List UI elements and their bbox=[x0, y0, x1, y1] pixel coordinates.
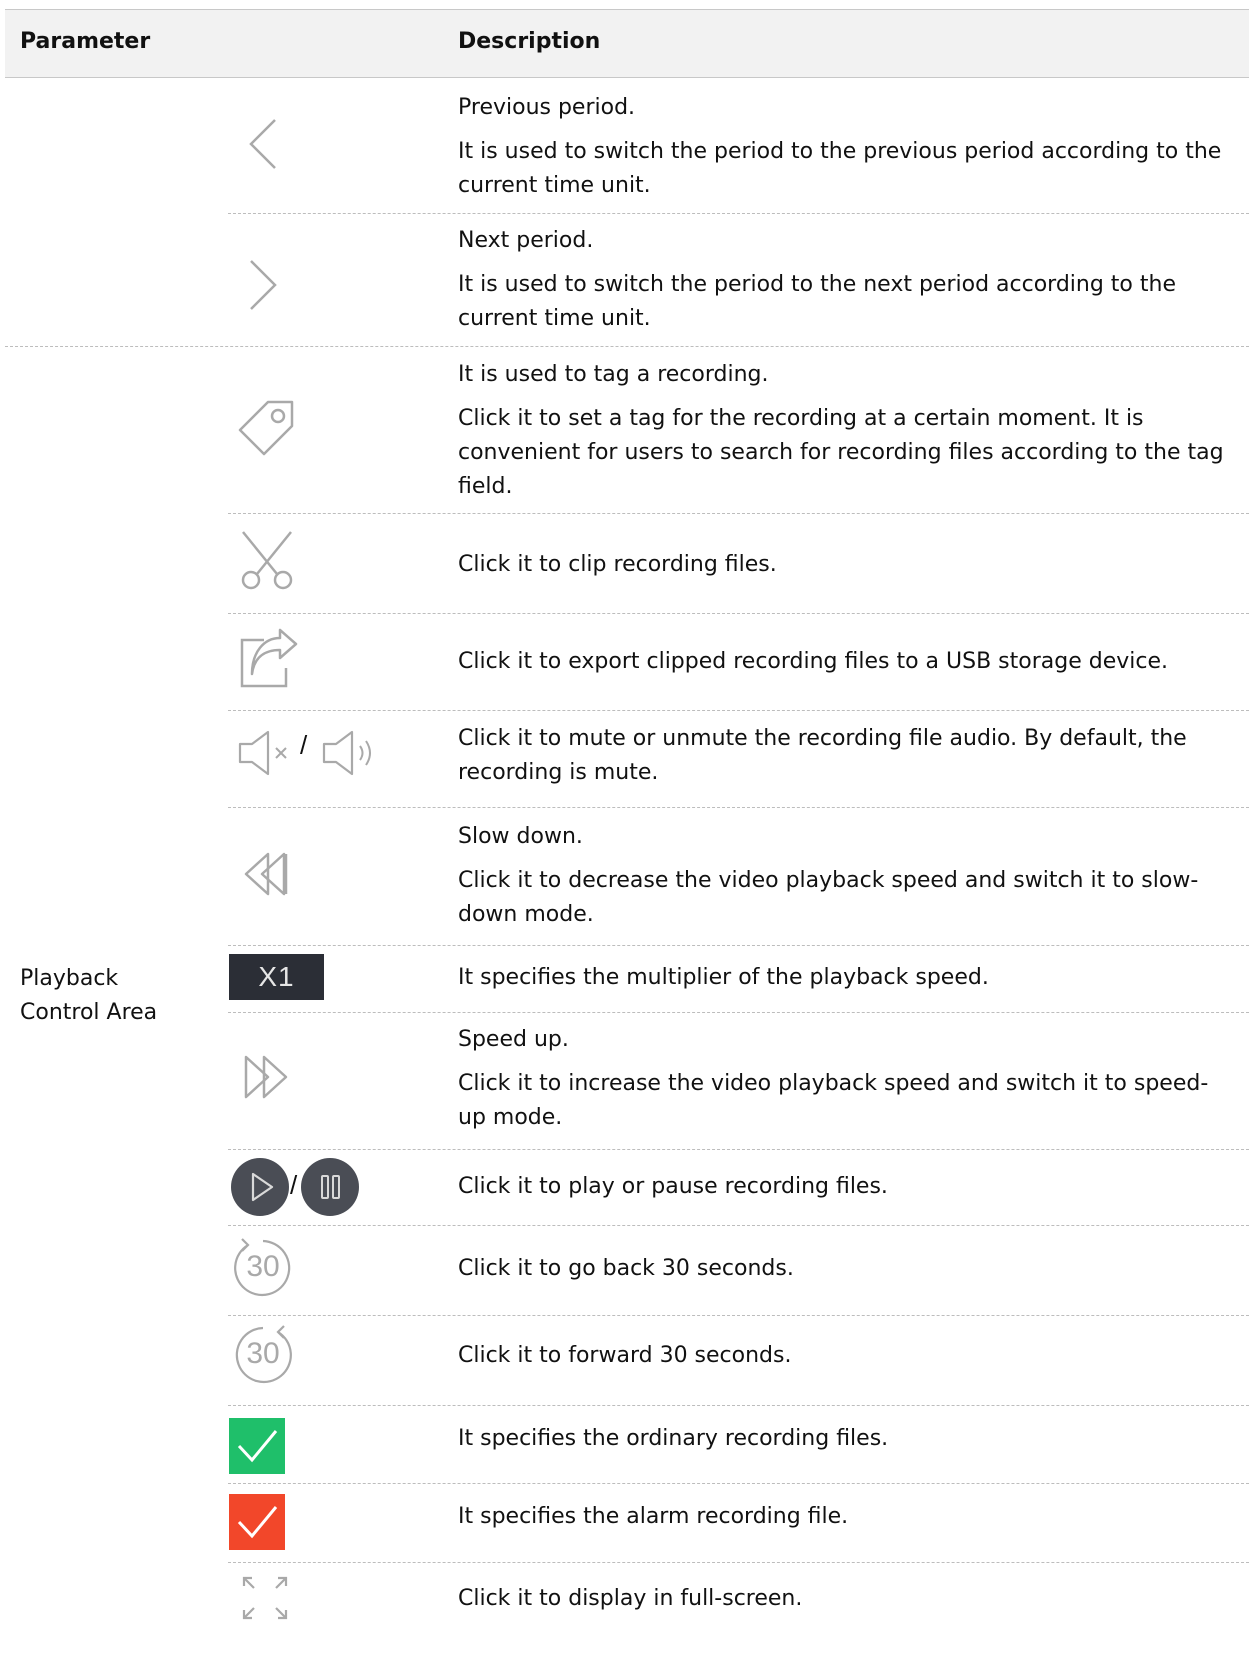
unmute-icon bbox=[322, 730, 380, 776]
alarm-recording-check-icon bbox=[229, 1494, 285, 1550]
description-alarm-recording: It specifies the alarm recording file. bbox=[458, 1500, 1228, 1534]
play-icon bbox=[230, 1157, 290, 1217]
fullscreen-icon bbox=[240, 1574, 290, 1622]
row-divider bbox=[228, 1562, 1249, 1563]
row-divider bbox=[228, 945, 1249, 946]
description-line: Speed up. bbox=[458, 1027, 569, 1052]
description-clip: Click it to clip recording files. bbox=[458, 548, 1228, 582]
row-divider bbox=[228, 1012, 1249, 1013]
forward-30-icon: 30 bbox=[232, 1324, 294, 1386]
back-30-label: 30 bbox=[246, 1250, 280, 1283]
description-mute-unmute: Click it to mute or unmute the recording… bbox=[458, 722, 1228, 790]
description-line: It specifies the multiplier of the playb… bbox=[458, 965, 989, 990]
description-line: Slow down. bbox=[458, 824, 583, 849]
chevron-right-icon bbox=[245, 257, 281, 313]
table-header bbox=[5, 10, 1249, 77]
description-previous-period: Previous period. It is used to switch th… bbox=[458, 91, 1228, 203]
back-30-icon: 30 bbox=[232, 1237, 294, 1299]
parameter-table: Parameter Description Playback Control A… bbox=[0, 0, 1255, 1653]
description-line: Click it to go back 30 seconds. bbox=[458, 1256, 794, 1281]
speed-multiplier-badge: X1 bbox=[229, 954, 324, 1000]
section-divider bbox=[5, 346, 1249, 347]
description-back-30: Click it to go back 30 seconds. bbox=[458, 1252, 1228, 1286]
chevron-left-icon bbox=[245, 116, 281, 172]
icon-separator: / bbox=[290, 1170, 298, 1200]
row-divider bbox=[228, 1149, 1249, 1150]
row-divider bbox=[228, 807, 1249, 808]
description-multiplier: It specifies the multiplier of the playb… bbox=[458, 961, 1228, 995]
header-bottom-rule bbox=[5, 77, 1249, 78]
row-divider bbox=[228, 1405, 1249, 1406]
rewind-icon bbox=[240, 850, 294, 898]
description-play-pause: Click it to play or pause recording file… bbox=[458, 1170, 1228, 1204]
description-fullscreen: Click it to display in full-screen. bbox=[458, 1582, 1228, 1616]
row-divider bbox=[228, 1225, 1249, 1226]
description-line: Click it to export clipped recording fil… bbox=[458, 649, 1169, 674]
description-line: It is used to tag a recording. bbox=[458, 362, 769, 387]
row-divider bbox=[228, 613, 1249, 614]
forward-30-label: 30 bbox=[246, 1337, 280, 1370]
scissors-icon bbox=[237, 528, 297, 590]
description-line: Click it to set a tag for the recording … bbox=[458, 406, 1224, 499]
group-label-line-1: Playback bbox=[20, 966, 119, 991]
row-divider bbox=[228, 213, 1249, 214]
icon-separator: / bbox=[300, 730, 308, 760]
row-divider bbox=[228, 710, 1249, 711]
description-forward-30: Click it to forward 30 seconds. bbox=[458, 1339, 1228, 1373]
tag-icon bbox=[236, 398, 296, 458]
header-description: Description bbox=[458, 29, 601, 54]
description-line: Click it to increase the video playback … bbox=[458, 1071, 1209, 1130]
description-line: Click it to forward 30 seconds. bbox=[458, 1343, 792, 1368]
description-line: Click it to play or pause recording file… bbox=[458, 1174, 888, 1199]
header-parameter: Parameter bbox=[20, 29, 151, 54]
mute-icon bbox=[238, 730, 296, 776]
row-divider bbox=[228, 1483, 1249, 1484]
fast-forward-icon bbox=[240, 1053, 294, 1101]
description-line: It is used to switch the period to the n… bbox=[458, 272, 1176, 331]
description-line: Previous period. bbox=[458, 95, 636, 120]
description-line: It specifies the ordinary recording file… bbox=[458, 1426, 889, 1451]
table-top-rule bbox=[5, 9, 1249, 10]
speed-multiplier-text: X1 bbox=[258, 961, 295, 992]
description-next-period: Next period. It is used to switch the pe… bbox=[458, 224, 1228, 336]
export-icon bbox=[238, 628, 300, 690]
row-divider bbox=[228, 1315, 1249, 1316]
description-slow-down: Slow down. Click it to decrease the vide… bbox=[458, 820, 1228, 932]
description-speed-up: Speed up. Click it to increase the video… bbox=[458, 1023, 1228, 1135]
description-ordinary-recording: It specifies the ordinary recording file… bbox=[458, 1422, 1228, 1456]
ordinary-recording-check-icon bbox=[229, 1418, 285, 1474]
row-divider bbox=[228, 513, 1249, 514]
description-line: It is used to switch the period to the p… bbox=[458, 139, 1222, 198]
description-tag: It is used to tag a recording. Click it … bbox=[458, 358, 1228, 504]
description-line: Click it to decrease the video playback … bbox=[458, 868, 1199, 927]
description-line: It specifies the alarm recording file. bbox=[458, 1504, 849, 1529]
description-line: Click it to display in full-screen. bbox=[458, 1586, 803, 1611]
description-export: Click it to export clipped recording fil… bbox=[458, 645, 1228, 679]
description-line: Next period. bbox=[458, 228, 594, 253]
playback-control-area-label: Playback Control Area bbox=[20, 962, 157, 1030]
group-label-line-2: Control Area bbox=[20, 1000, 158, 1025]
description-line: Click it to mute or unmute the recording… bbox=[458, 726, 1187, 785]
description-line: Click it to clip recording files. bbox=[458, 552, 777, 577]
pause-icon bbox=[300, 1157, 360, 1217]
